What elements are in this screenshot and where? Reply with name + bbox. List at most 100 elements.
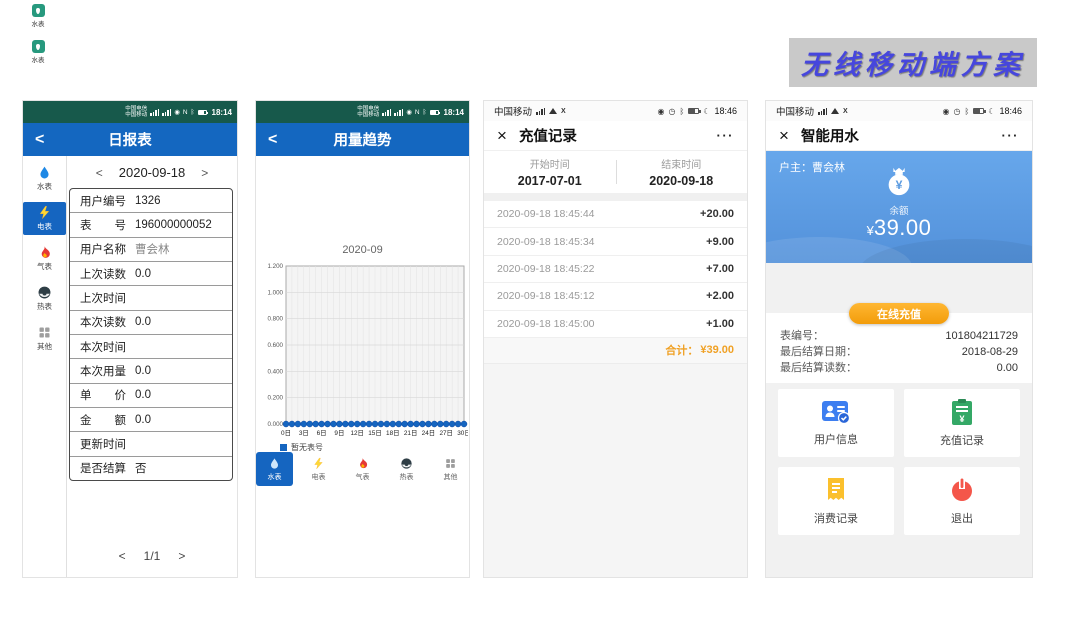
carrier-labels: 中国电信 中国移动 xyxy=(125,106,147,119)
form-row: 金 额0.0 xyxy=(70,408,232,432)
sidebar-item-gas[interactable]: 气表 xyxy=(23,242,66,275)
presentation-slide: 水表 水表 无线移动端方案 中国电信 中国移动 ◉ N ᛒ 18:14 < 日报… xyxy=(0,0,1066,640)
battery-icon xyxy=(198,110,207,115)
carrier-label: 中国移动 xyxy=(776,104,814,118)
bluetooth-icon: ᛒ xyxy=(191,109,195,116)
money-bag-icon: ¥ xyxy=(883,165,915,197)
svg-text:1.000: 1.000 xyxy=(268,289,284,296)
balance-card: 户主：曹会林 ¥ 余额 ¥39.00 xyxy=(766,151,1032,263)
signal-icon xyxy=(150,109,159,116)
tab-gas[interactable]: 气表 xyxy=(344,452,381,486)
status-bar: 中国电信 中国移动 ◉ N ᛒ 18:14 xyxy=(23,101,237,123)
signal-icon xyxy=(162,109,171,116)
no-sim-icon: X xyxy=(561,108,566,115)
current-date[interactable]: 2020-09-18 xyxy=(119,165,186,180)
signal-icon xyxy=(818,108,827,115)
status-time: 18:14 xyxy=(212,108,232,117)
info-row: 最后结算日期：2018-08-29 xyxy=(780,344,1018,360)
status-bar: 中国移动 X ◉ ◷ ᛒ ☾ 18:46 xyxy=(484,101,747,121)
svg-text:9日: 9日 xyxy=(334,429,344,437)
record-row[interactable]: 2020-09-18 18:45:12+2.00 xyxy=(484,283,747,310)
signal-icon xyxy=(394,109,403,116)
record-row[interactable]: 2020-09-18 18:45:00+1.00 xyxy=(484,311,747,338)
close-icon[interactable]: × xyxy=(779,127,789,144)
logout-power-icon xyxy=(948,476,976,504)
online-recharge-button[interactable]: 在线充值 xyxy=(849,303,949,324)
app-header: × 智能用水 ··· xyxy=(766,121,1032,151)
form-row: 本次读数0.0 xyxy=(70,311,232,335)
prev-page-arrow[interactable]: < xyxy=(119,549,126,563)
form-row: 上次时间 xyxy=(70,286,232,310)
prev-date-arrow[interactable]: < xyxy=(96,166,103,180)
shortcut-label: 水表 xyxy=(27,18,49,28)
tab-electric[interactable]: 电表 xyxy=(300,452,337,486)
svg-text:21日: 21日 xyxy=(404,429,418,437)
app-header: × 充值记录 ··· xyxy=(484,121,747,151)
form-row: 用户编号1326 xyxy=(70,189,232,213)
svg-text:15日: 15日 xyxy=(368,429,382,437)
info-row: 表编号：101804211729 xyxy=(780,328,1018,344)
next-date-arrow[interactable]: > xyxy=(201,166,208,180)
chart-title: 2020-09 xyxy=(256,244,469,256)
close-icon[interactable]: × xyxy=(497,127,507,144)
eye-icon: ◉ xyxy=(174,108,180,116)
status-bar: 中国电信 中国移动 ◉ N ᛒ 18:14 xyxy=(256,101,469,123)
sidebar-item-heat[interactable]: 热表 xyxy=(23,282,66,315)
record-row[interactable]: 2020-09-18 18:45:34+9.00 xyxy=(484,228,747,255)
water-app-icon xyxy=(32,4,45,17)
recharge-record-card[interactable]: ¥ 充值记录 xyxy=(904,389,1020,457)
legend-swatch xyxy=(280,444,287,451)
sidebar-item-other[interactable]: 其他 xyxy=(23,322,66,355)
tab-other[interactable]: 其他 xyxy=(432,452,469,486)
battery-icon xyxy=(430,110,439,115)
user-info-icon xyxy=(821,399,851,425)
logout-card[interactable]: 退出 xyxy=(904,467,1020,535)
carrier-2: 中国移动 xyxy=(125,112,147,119)
date-navigator: < 2020-09-18 > xyxy=(67,165,237,180)
heat-meter-icon xyxy=(400,457,413,470)
no-sim-icon: X xyxy=(843,108,848,115)
svg-text:0.600: 0.600 xyxy=(268,342,284,349)
eye-icon: ◉ xyxy=(943,107,950,116)
user-info-card[interactable]: 用户信息 xyxy=(778,389,894,457)
carrier-2: 中国移动 xyxy=(357,112,379,119)
sidebar-item-water[interactable]: 水表 xyxy=(23,162,66,195)
app-header: < 用量趋势 xyxy=(256,123,469,156)
form-row: 是否结算否 xyxy=(70,457,232,480)
svg-text:0.800: 0.800 xyxy=(268,316,284,323)
end-date-filter[interactable]: 结束时间 2020-09-18 xyxy=(616,151,748,193)
sidebar-item-electric[interactable]: 电表 xyxy=(23,202,66,235)
desktop-shortcut-water-meter[interactable]: 水表 xyxy=(27,4,49,28)
record-row[interactable]: 2020-09-18 18:45:22+7.00 xyxy=(484,256,747,283)
tab-water[interactable]: 水表 xyxy=(256,452,293,486)
shortcut-label: 水表 xyxy=(27,54,49,64)
moon-icon: ☾ xyxy=(988,107,995,116)
usage-trend-chart[interactable]: 0.0000.2000.4000.6000.8001.0001.2000日3日6… xyxy=(258,260,468,447)
alarm-icon: ◷ xyxy=(954,107,961,116)
divider xyxy=(484,193,747,201)
moon-icon: ☾ xyxy=(703,107,710,116)
consume-record-card[interactable]: 消费记录 xyxy=(778,467,894,535)
page-title: 用量趋势 xyxy=(256,129,469,150)
tab-heat[interactable]: 热表 xyxy=(388,452,425,486)
other-grid-icon xyxy=(444,457,457,470)
back-arrow-icon[interactable]: < xyxy=(35,131,44,149)
start-date-filter[interactable]: 开始时间 2017-07-01 xyxy=(484,151,616,193)
more-menu-icon[interactable]: ··· xyxy=(717,128,735,143)
form-row: 本次用量0.0 xyxy=(70,359,232,383)
total-value: ¥39.00 xyxy=(700,344,734,356)
bluetooth-icon: ᛒ xyxy=(964,107,969,116)
bluetooth-icon: ᛒ xyxy=(679,107,684,116)
divider xyxy=(616,160,617,184)
svg-text:¥: ¥ xyxy=(959,414,964,424)
more-menu-icon[interactable]: ··· xyxy=(1002,128,1020,143)
page-title: 日报表 xyxy=(23,129,237,150)
record-row[interactable]: 2020-09-18 18:45:44+20.00 xyxy=(484,201,747,228)
back-arrow-icon[interactable]: < xyxy=(268,131,277,149)
svg-text:18日: 18日 xyxy=(386,429,400,437)
desktop-shortcut-water-meter[interactable]: 水表 xyxy=(27,40,49,64)
alarm-icon: ◷ xyxy=(669,107,676,116)
next-page-arrow[interactable]: > xyxy=(178,549,185,563)
flame-icon xyxy=(37,245,52,260)
app-header: < 日报表 xyxy=(23,123,237,156)
